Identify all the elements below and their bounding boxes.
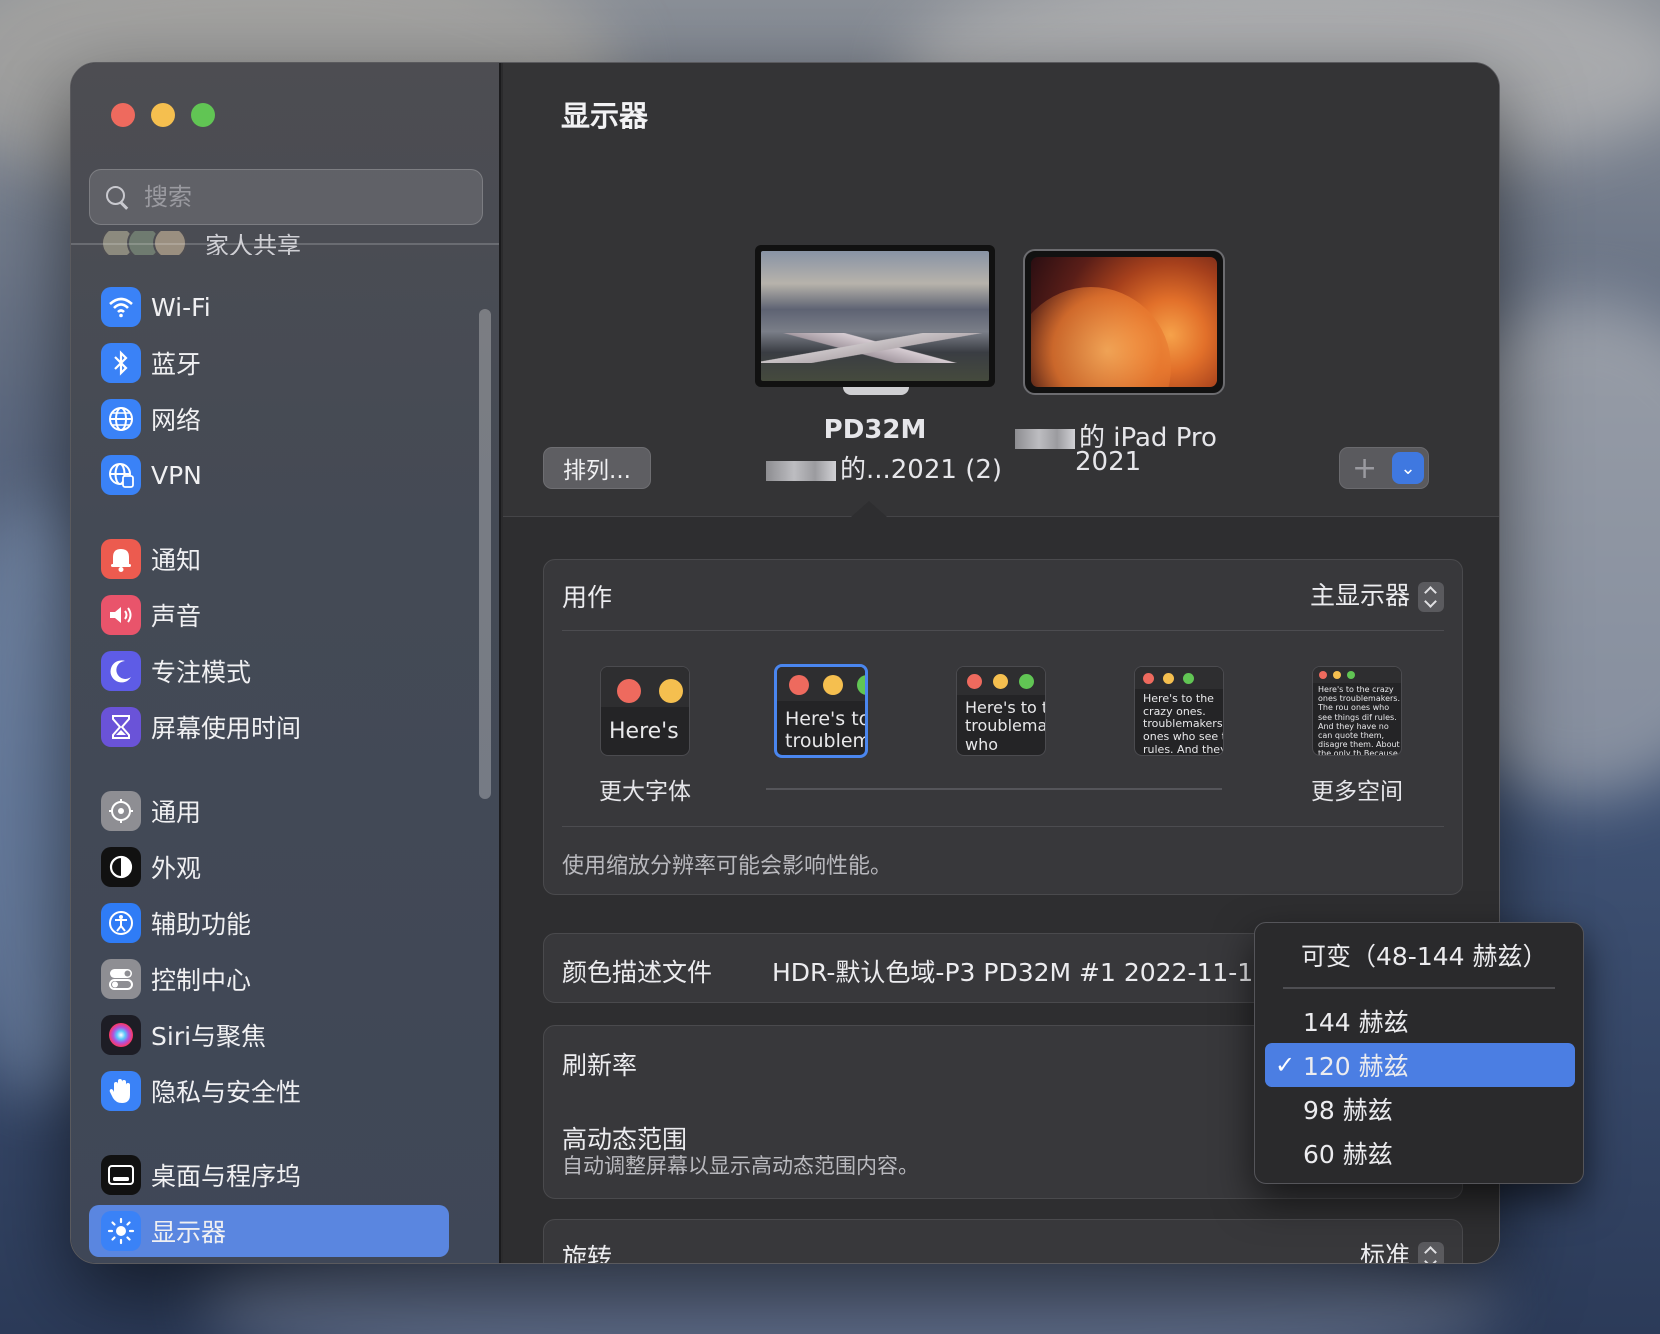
sidebar-item-sound[interactable]: 声音 bbox=[89, 589, 449, 641]
display-arrangement-area: 显示器 PD32M 的...2021 (2) 的 iPad Pro 2021 排… bbox=[503, 63, 1499, 517]
sidebar-item-notifications[interactable]: 通知 bbox=[89, 533, 449, 585]
display-thumbnail-ipad[interactable] bbox=[1023, 249, 1225, 395]
redacted-name bbox=[1015, 428, 1075, 449]
display-subtitle-ipad: 2021 bbox=[1075, 447, 1142, 477]
use-as-label: 用作 bbox=[562, 583, 613, 612]
rotation-select[interactable]: 标准 bbox=[1360, 1236, 1444, 1263]
redacted-name bbox=[765, 460, 836, 481]
scaling-note: 使用缩放分辨率可能会影响性能。 bbox=[562, 854, 893, 879]
rotation-label: 旋转 bbox=[562, 1243, 613, 1264]
refresh-option-144[interactable]: 144 赫兹 bbox=[1265, 999, 1575, 1043]
refresh-option-variable[interactable]: 可变（48-144 赫兹） bbox=[1265, 933, 1575, 977]
sidebar-item-general[interactable]: 通用 bbox=[89, 785, 449, 837]
checkmark-icon: ✓ bbox=[1275, 1051, 1296, 1079]
sidebar-item-control-center[interactable]: 控制中心 bbox=[89, 953, 449, 1005]
color-profile-label: 颜色描述文件 bbox=[562, 958, 713, 987]
sidebar-scrollbar[interactable] bbox=[479, 309, 491, 799]
sun-icon bbox=[101, 1211, 141, 1251]
siri-icon bbox=[101, 1015, 141, 1055]
sidebar-item-screen-time[interactable]: 屏幕使用时间 bbox=[89, 701, 449, 753]
sidebar-item-desktop-dock[interactable]: 桌面与程序坞 bbox=[89, 1149, 449, 1201]
moon-icon bbox=[101, 651, 141, 691]
bluetooth-icon bbox=[101, 343, 141, 383]
hourglass-icon bbox=[101, 707, 141, 747]
updown-chevron-icon bbox=[1418, 1242, 1444, 1263]
wifi-icon bbox=[101, 287, 141, 327]
refresh-option-98[interactable]: 98 赫兹 bbox=[1265, 1087, 1575, 1131]
card-divider bbox=[562, 630, 1444, 631]
dock-icon bbox=[101, 1155, 141, 1195]
toggles-icon bbox=[101, 959, 141, 999]
page-title: 显示器 bbox=[561, 99, 649, 133]
refresh-rate-label: 刷新率 bbox=[562, 1051, 638, 1080]
sidebar: 家人共享 Wi-Fi 蓝牙 网络 bbox=[71, 63, 501, 1263]
window-controls bbox=[111, 103, 215, 127]
search-icon bbox=[104, 184, 130, 210]
use-as-select[interactable]: 主显示器 bbox=[1310, 576, 1444, 612]
menu-separator bbox=[1283, 987, 1555, 989]
hdr-description: 自动调整屏幕以显示高动态范围内容。 bbox=[562, 1154, 919, 1178]
sidebar-divider bbox=[71, 243, 499, 245]
minimize-button[interactable] bbox=[151, 103, 175, 127]
gear-icon bbox=[101, 791, 141, 831]
more-space-label: 更多空间 bbox=[1311, 779, 1403, 805]
sidebar-item-network[interactable]: 网络 bbox=[89, 393, 449, 445]
search-input[interactable] bbox=[144, 183, 444, 211]
updown-chevron-icon bbox=[1418, 582, 1444, 612]
zoom-button[interactable] bbox=[191, 103, 215, 127]
refresh-option-60[interactable]: 60 赫兹 bbox=[1265, 1131, 1575, 1175]
add-display-control: + ⌄ bbox=[1339, 447, 1429, 489]
appearance-icon bbox=[101, 847, 141, 887]
hand-icon bbox=[101, 1071, 141, 1111]
globe-icon bbox=[101, 399, 141, 439]
bell-icon bbox=[101, 539, 141, 579]
sidebar-item-siri[interactable]: Siri与聚焦 bbox=[89, 1009, 449, 1061]
arrange-button[interactable]: 排列... bbox=[543, 447, 651, 489]
selected-display-indicator bbox=[851, 501, 887, 517]
sidebar-item-focus[interactable]: 专注模式 bbox=[89, 645, 449, 697]
sidebar-item-wifi[interactable]: Wi-Fi bbox=[89, 281, 449, 333]
sidebar-item-privacy[interactable]: 隐私与安全性 bbox=[89, 1065, 449, 1117]
vpn-globe-icon bbox=[101, 455, 141, 495]
sidebar-item-bluetooth[interactable]: 蓝牙 bbox=[89, 337, 449, 389]
resolution-option-4[interactable]: Here's to the crazy ones. troublemakers.… bbox=[1134, 666, 1224, 756]
sidebar-item-appearance[interactable]: 外观 bbox=[89, 841, 449, 893]
resolution-option-more-space[interactable]: Here's to the crazy ones troublemakers. … bbox=[1312, 666, 1402, 756]
resolution-option-larger-text[interactable]: Here's bbox=[600, 666, 690, 756]
rotation-card: 旋转 标准 bbox=[543, 1219, 1463, 1264]
resolution-option-3[interactable]: Here's to the troublema ones who bbox=[956, 666, 1046, 756]
display-thumbnail-pd32m[interactable] bbox=[755, 245, 995, 387]
sidebar-item-accessibility[interactable]: 辅助功能 bbox=[89, 897, 449, 949]
display-name-pd32m: PD32M bbox=[823, 415, 927, 445]
refresh-rate-menu: 可变（48-144 赫兹） 144 赫兹 ✓ 120 赫兹 98 赫兹 60 赫兹 bbox=[1254, 922, 1584, 1184]
monitor-wallpaper-preview bbox=[761, 251, 989, 381]
close-button[interactable] bbox=[111, 103, 135, 127]
monitor-stand bbox=[843, 387, 909, 395]
speaker-icon bbox=[101, 595, 141, 635]
sidebar-item-displays[interactable]: 显示器 bbox=[89, 1205, 449, 1257]
resolution-slider-track bbox=[766, 788, 1222, 790]
display-subtitle-pd32m: 的...2021 (2) bbox=[759, 449, 1009, 486]
search-field[interactable] bbox=[89, 169, 483, 225]
ipad-wallpaper-preview bbox=[1031, 257, 1217, 387]
color-profile-select[interactable]: HDR-默认色域-P3 PD32M #1 2022-11-1 bbox=[772, 953, 1253, 989]
larger-text-label: 更大字体 bbox=[599, 779, 691, 805]
sidebar-item-vpn[interactable]: VPN bbox=[89, 449, 449, 501]
chevron-down-icon[interactable]: ⌄ bbox=[1392, 452, 1424, 484]
resolution-option-default[interactable]: Here's to the troublem bbox=[774, 664, 868, 758]
accessibility-icon bbox=[101, 903, 141, 943]
card-divider bbox=[562, 826, 1444, 827]
use-as-card: 用作 主显示器 Here's Here's to the troublem bbox=[543, 559, 1463, 895]
add-display-button[interactable]: + bbox=[1352, 451, 1377, 486]
refresh-option-120[interactable]: ✓ 120 赫兹 bbox=[1265, 1043, 1575, 1087]
